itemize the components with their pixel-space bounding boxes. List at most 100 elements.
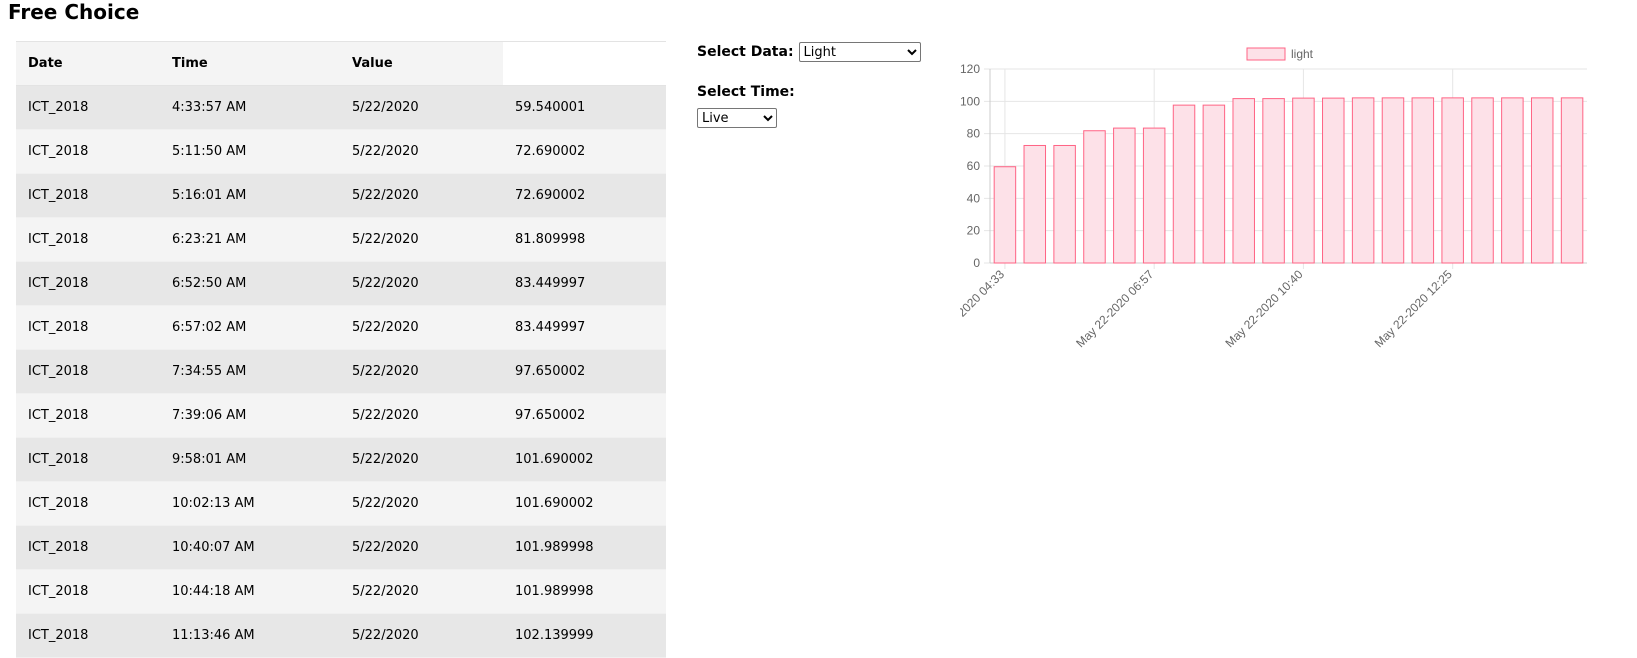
data-table: Date Time Value ICT_2018 4:33:57 AM 5/22/2…: [16, 41, 666, 658]
cell-time: 9:58:01 AM: [172, 452, 247, 467]
cell-time: 7:39:06 AM: [172, 408, 247, 423]
cell-value: 5/22/2020: [352, 408, 419, 423]
cell-date: ICT_2018: [28, 364, 89, 379]
x-tick-label: May 22-2020 12:25: [1372, 267, 1455, 350]
column-header-time[interactable]: Time: [160, 41, 340, 86]
bar: [1441, 97, 1464, 264]
cell-extra: 101.989998: [515, 540, 594, 555]
cell-time: 4:33:57 AM: [172, 100, 247, 115]
table-row: ICT_2018 6:57:02 AM 5/22/2020 83.449997: [16, 305, 666, 350]
column-header-date[interactable]: Date: [16, 41, 160, 86]
bar: [1232, 98, 1255, 264]
cell-value: 5/22/2020: [352, 540, 419, 555]
bar: [1292, 97, 1315, 264]
table-row: ICT_2018 10:40:07 AM 5/22/2020 101.989998: [16, 525, 666, 570]
bar: [1053, 144, 1076, 264]
bar: [1023, 144, 1047, 264]
cell-extra: 59.540001: [515, 100, 586, 115]
table-row: ICT_2018 6:23:21 AM 5/22/2020 81.809998: [16, 217, 666, 262]
cell-extra: 102.139999: [515, 628, 594, 643]
cell-value: 5/22/2020: [352, 232, 419, 247]
cell-date: ICT_2018: [28, 320, 89, 335]
cell-value: 5/22/2020: [352, 188, 419, 203]
cell-date: ICT_2018: [28, 408, 89, 423]
cell-time: 6:23:21 AM: [172, 232, 247, 247]
bar: [1262, 98, 1285, 264]
cell-extra: 72.690002: [515, 188, 586, 203]
y-tick-label: 100: [960, 94, 980, 108]
cell-extra: 97.650002: [515, 364, 586, 379]
table-row: ICT_2018 4:33:57 AM 5/22/2020 59.540001: [16, 85, 666, 130]
column-header-empty: [503, 41, 666, 86]
cell-extra: 97.650002: [515, 408, 586, 423]
select-data-label: Select Data:: [697, 44, 794, 60]
cell-extra: 101.690002: [515, 452, 594, 467]
select-data-dropdown[interactable]: Light: [798, 42, 921, 62]
table-row: ICT_2018 11:13:46 AM 5/22/2020 102.139999: [16, 613, 666, 658]
bar: [1083, 130, 1106, 264]
select-time-dropdown[interactable]: Live: [697, 108, 777, 128]
cell-extra: 101.690002: [515, 496, 594, 511]
cell-extra: 83.449997: [515, 276, 586, 291]
x-tick-label: May 22-2020 06:57: [1073, 267, 1156, 350]
table-row: ICT_2018 5:11:50 AM 5/22/2020 72.690002: [16, 129, 666, 174]
bar: [1113, 127, 1136, 264]
cell-time: 5:11:50 AM: [172, 144, 247, 159]
table-row: ICT_2018 7:34:55 AM 5/22/2020 97.650002: [16, 349, 666, 394]
table-row: ICT_2018 10:02:13 AM 5/22/2020 101.690002: [16, 481, 666, 526]
x-tick-label: May 22-2020 04:33: [960, 267, 1007, 350]
cell-date: ICT_2018: [28, 188, 89, 203]
cell-value: 5/22/2020: [352, 584, 419, 599]
table-row: ICT_2018 10:44:18 AM 5/22/2020 101.989998: [16, 569, 666, 614]
table-header-row: Date Time Value: [16, 41, 666, 86]
bar: [1142, 127, 1166, 264]
cell-time: 10:02:13 AM: [172, 496, 255, 511]
table-row: ICT_2018 9:58:01 AM 5/22/2020 101.690002: [16, 437, 666, 482]
cell-date: ICT_2018: [28, 232, 89, 247]
bar: [1381, 97, 1405, 264]
bar: [1202, 104, 1226, 264]
y-tick-label: 0: [973, 256, 980, 270]
table-row: ICT_2018 6:52:50 AM 5/22/2020 83.449997: [16, 261, 666, 306]
y-tick-label: 120: [960, 62, 980, 76]
select-time-label: Select Time:: [697, 84, 795, 100]
bar: [1172, 104, 1196, 264]
light-bar-chart: light 0 20 40 60 80 100 120 May 22-2020 04:33 May…: [960, 47, 1587, 350]
bar: [1501, 97, 1524, 264]
cell-date: ICT_2018: [28, 496, 89, 511]
cell-value: 5/22/2020: [352, 320, 419, 335]
cell-extra: 83.449997: [515, 320, 586, 335]
legend-swatch: [1246, 47, 1286, 61]
bar: [1411, 97, 1435, 264]
cell-value: 5/22/2020: [352, 364, 419, 379]
controls-panel: Select Data: Light Select Time: Live: [697, 42, 921, 128]
cell-extra: 81.809998: [515, 232, 586, 247]
cell-time: 6:52:50 AM: [172, 276, 247, 291]
cell-value: 5/22/2020: [352, 628, 419, 643]
column-header-value[interactable]: Value: [340, 41, 503, 86]
y-tick-label: 60: [967, 159, 981, 173]
y-tick-label: 80: [967, 127, 981, 141]
cell-value: 5/22/2020: [352, 452, 419, 467]
cell-value: 5/22/2020: [352, 276, 419, 291]
cell-time: 6:57:02 AM: [172, 320, 247, 335]
cell-date: ICT_2018: [28, 540, 89, 555]
y-tick-label: 40: [967, 191, 981, 205]
cell-date: ICT_2018: [28, 144, 89, 159]
bar: [1351, 97, 1375, 264]
bar: [993, 166, 1017, 264]
legend-label: light: [1291, 47, 1314, 61]
cell-value: 5/22/2020: [352, 144, 419, 159]
table-row: ICT_2018 5:16:01 AM 5/22/2020 72.690002: [16, 173, 666, 218]
cell-value: 5/22/2020: [352, 100, 419, 115]
cell-time: 11:13:46 AM: [172, 628, 255, 643]
bar: [1471, 97, 1494, 264]
table-row: ICT_2018 7:39:06 AM 5/22/2020 97.650002: [16, 393, 666, 438]
x-tick-label: May 22-2020 10:40: [1223, 267, 1306, 350]
cell-extra: 101.989998: [515, 584, 594, 599]
cell-date: ICT_2018: [28, 628, 89, 643]
y-tick-label: 20: [967, 224, 981, 238]
bar: [1530, 97, 1554, 264]
cell-extra: 72.690002: [515, 144, 586, 159]
cell-date: ICT_2018: [28, 100, 89, 115]
